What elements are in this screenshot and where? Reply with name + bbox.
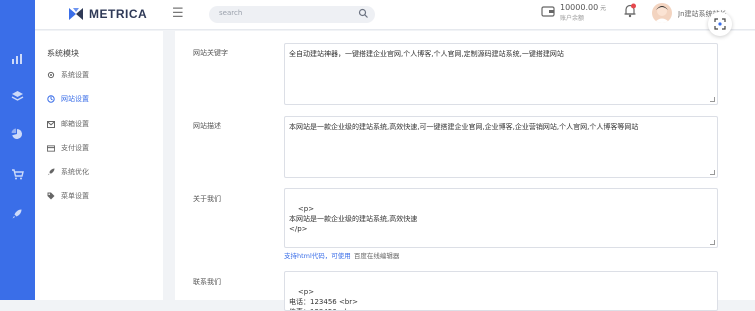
menu-toggle-button[interactable]: ☰ — [172, 6, 184, 21]
sidebar-item-system-settings[interactable]: 系统设置 — [47, 69, 89, 81]
chart-icon[interactable] — [9, 51, 25, 67]
resize-handle[interactable] — [710, 170, 715, 175]
about-field[interactable]: <p> 本网站是一款企业级的建站系统,高效快速 </p> — [284, 188, 718, 248]
globe-icon — [47, 95, 55, 103]
tag-icon — [47, 192, 55, 200]
search-icon[interactable] — [358, 8, 369, 19]
cart-icon[interactable] — [9, 166, 25, 182]
bell-icon — [624, 3, 636, 18]
scan-button[interactable] — [708, 12, 732, 36]
search-placeholder: search — [219, 9, 243, 17]
sidebar-item-mail-settings[interactable]: 邮箱设置 — [47, 118, 89, 130]
sidebar-item-menu-settings[interactable]: 菜单设置 — [47, 190, 89, 202]
about-label: 关于我们 — [193, 195, 221, 203]
contact-field[interactable]: <p> 电话：123456 <br> 传真：123456 <br> — [284, 271, 718, 311]
rich-editor-link[interactable]: 百度在线编辑器 — [354, 252, 400, 260]
keywords-label: 网站关键字 — [193, 49, 228, 57]
sidebar-item-site-settings[interactable]: 网站设置 — [47, 93, 89, 105]
sidebar-item-payment-settings[interactable]: 支付设置 — [47, 142, 89, 154]
search-input[interactable]: search — [209, 6, 375, 23]
sidebar-item-label: 菜单设置 — [61, 192, 89, 200]
icon-rail — [0, 0, 35, 300]
avatar[interactable] — [652, 3, 672, 23]
sidebar: 系统模块 系统设置 网站设置 邮箱设置 支付设置 系统优化 菜单设置 — [35, 31, 163, 300]
keywords-field[interactable]: 全自动建站神器，一键搭建企业官网,个人博客,个人官网,定制源码建站系统,一键搭建… — [284, 43, 718, 105]
rocket-icon — [47, 168, 55, 176]
editor-hint-text: 支持html代码，可使用 — [284, 252, 351, 260]
sidebar-item-label: 系统设置 — [61, 71, 89, 79]
scan-icon — [714, 18, 726, 30]
sidebar-item-system-optimization[interactable]: 系统优化 — [47, 166, 89, 178]
sidebar-item-label: 支付设置 — [61, 144, 89, 152]
wallet-icon — [541, 6, 555, 17]
layers-icon[interactable] — [9, 88, 25, 104]
brand-logo[interactable]: METRICA — [68, 7, 147, 21]
brand-name: METRICA — [89, 7, 148, 21]
wallet-label: 账户余额 — [560, 15, 585, 22]
card-icon — [47, 144, 55, 152]
site-settings-form: 网站关键字 全自动建站神器，一键搭建企业官网,个人博客,个人官网,定制源码建站系… — [175, 31, 755, 311]
sidebar-title: 系统模块 — [47, 49, 79, 58]
resize-handle[interactable] — [710, 97, 715, 102]
description-field[interactable]: 本网站是一款企业级的建站系统,高效快速,可一键搭建企业官网,企业博客,企业营销网… — [284, 116, 718, 178]
top-bar: METRICA ☰ search 10000.00 元 账户余额 Jn建站系统站长 — [35, 0, 755, 30]
wallet-unit: 元 — [600, 5, 607, 12]
keywords-value: 全自动建站神器，一键搭建企业官网,个人博客,个人官网,定制源码建站系统,一键搭建… — [289, 50, 564, 58]
description-value: 本网站是一款企业级的建站系统,高效快速,可一键搭建企业官网,企业博客,企业营销网… — [289, 123, 639, 131]
description-label: 网站描述 — [193, 122, 221, 130]
rocket-icon[interactable] — [9, 206, 25, 222]
sidebar-item-label: 网站设置 — [61, 95, 89, 103]
resize-handle[interactable] — [710, 240, 715, 245]
mail-icon — [47, 120, 55, 128]
contact-label: 联系我们 — [193, 278, 221, 286]
sidebar-item-label: 系统优化 — [61, 168, 89, 176]
metrica-logo-icon — [69, 8, 83, 20]
about-value: <p> 本网站是一款企业级的建站系统,高效快速 </p> — [289, 205, 418, 233]
pie-icon[interactable] — [9, 126, 25, 142]
notification-bell[interactable] — [623, 3, 637, 22]
gear-icon — [47, 71, 55, 79]
editor-hint: 支持html代码，可使用 百度在线编辑器 — [284, 250, 399, 260]
wallet-amount: 10000.00 — [560, 3, 599, 12]
sidebar-item-label: 邮箱设置 — [61, 120, 89, 128]
wallet-balance[interactable]: 10000.00 元 账户余额 — [541, 3, 606, 23]
